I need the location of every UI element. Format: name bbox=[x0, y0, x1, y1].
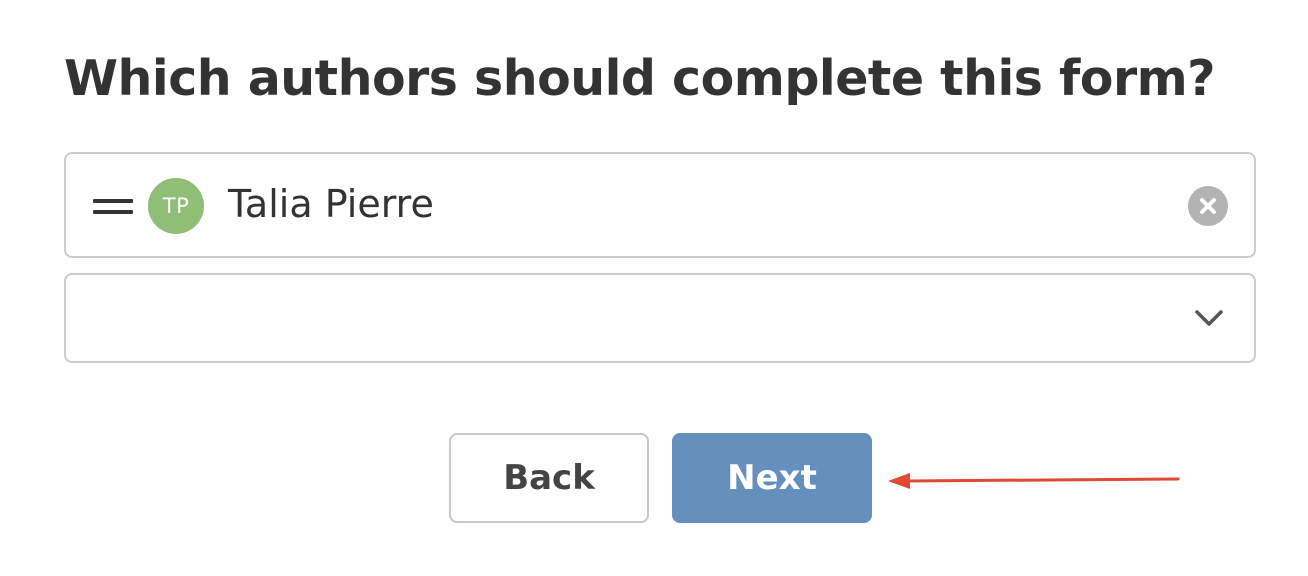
page-title: Which authors should complete this form? bbox=[64, 50, 1216, 107]
next-button[interactable]: Next bbox=[672, 433, 872, 523]
annotation-arrow-icon bbox=[888, 473, 1180, 489]
author-name: Talia Pierre bbox=[228, 182, 434, 226]
avatar: TP bbox=[148, 178, 204, 234]
author-selection-page: Which authors should complete this form?… bbox=[0, 0, 1308, 576]
author-select-dropdown[interactable] bbox=[64, 273, 1256, 363]
back-button[interactable]: Back bbox=[449, 433, 649, 523]
drag-handle-icon[interactable] bbox=[93, 197, 133, 217]
chevron-down-icon bbox=[1195, 310, 1223, 326]
remove-author-button[interactable] bbox=[1188, 186, 1228, 226]
close-icon bbox=[1200, 198, 1216, 214]
selected-author-row[interactable]: TP Talia Pierre bbox=[64, 152, 1256, 258]
